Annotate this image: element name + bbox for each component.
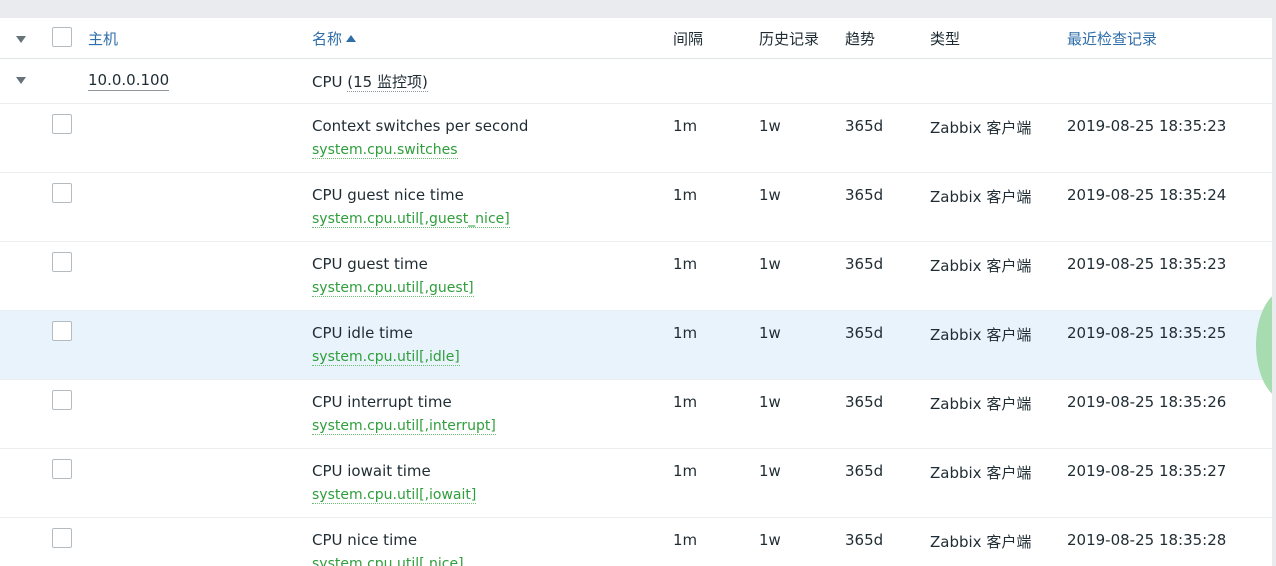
item-last-check: 2019-08-25 18:35:23 [1067, 117, 1227, 135]
item-trends: 365d [845, 186, 884, 204]
item-last-check: 2019-08-25 18:35:24 [1067, 186, 1227, 204]
item-interval: 1m [673, 117, 698, 135]
row-checkbox[interactable] [52, 528, 72, 548]
column-host[interactable]: 主机 [88, 28, 118, 49]
table-row: CPU nice time system.cpu.util[,nice] 1m … [0, 518, 1272, 566]
item-key-link[interactable]: system.cpu.util[,iowait] [312, 487, 477, 504]
item-interval: 1m [673, 531, 698, 549]
row-checkbox[interactable] [52, 183, 72, 203]
table-row: CPU interrupt time system.cpu.util[,inte… [0, 380, 1272, 449]
column-last-check[interactable]: 最近检查记录 [1067, 28, 1157, 49]
item-trends: 365d [845, 393, 884, 411]
item-trends: 365d [845, 324, 884, 342]
item-name: CPU iowait time [312, 462, 431, 480]
table-row: CPU iowait time system.cpu.util[,iowait]… [0, 449, 1272, 518]
item-history: 1w [759, 186, 781, 204]
column-type: 类型 [930, 30, 961, 48]
column-interval: 间隔 [673, 30, 704, 48]
item-type: Zabbix 客户端 [930, 119, 1032, 137]
table-row-highlighted: CPU idle time system.cpu.util[,idle] 1m … [0, 311, 1272, 380]
item-name: CPU guest time [312, 255, 428, 273]
row-checkbox[interactable] [52, 252, 72, 272]
item-last-check: 2019-08-25 18:35:27 [1067, 462, 1227, 480]
row-checkbox[interactable] [52, 390, 72, 410]
item-trends: 365d [845, 462, 884, 480]
item-key-link[interactable]: system.cpu.util[,guest] [312, 280, 474, 297]
item-interval: 1m [673, 324, 698, 342]
item-history: 1w [759, 255, 781, 273]
item-type: Zabbix 客户端 [930, 533, 1032, 551]
item-trends: 365d [845, 255, 884, 273]
latest-data-table: 主机 名称 间隔 历史记录 趋势 类型 最近检查记录 10.0.0.100 CP… [0, 18, 1272, 566]
column-name[interactable]: 名称 [312, 28, 357, 49]
collapse-group-icon[interactable] [16, 77, 26, 84]
application-title: CPU (15 监控项) [312, 71, 428, 92]
item-last-check: 2019-08-25 18:35:28 [1067, 531, 1227, 549]
item-name: CPU interrupt time [312, 393, 452, 411]
select-all-checkbox[interactable] [52, 27, 72, 47]
column-name-label: 名称 [312, 30, 343, 48]
item-trends: 365d [845, 531, 884, 549]
item-type: Zabbix 客户端 [930, 326, 1032, 344]
row-checkbox[interactable] [52, 321, 72, 341]
collapse-all-icon[interactable] [16, 36, 26, 43]
application-group-row: 10.0.0.100 CPU (15 监控项) [0, 59, 1272, 104]
application-name: CPU [312, 73, 343, 91]
row-checkbox[interactable] [52, 459, 72, 479]
row-checkbox[interactable] [52, 114, 72, 134]
item-history: 1w [759, 324, 781, 342]
table-row: Context switches per second system.cpu.s… [0, 104, 1272, 173]
item-history: 1w [759, 462, 781, 480]
item-history: 1w [759, 117, 781, 135]
item-interval: 1m [673, 186, 698, 204]
item-last-check: 2019-08-25 18:35:25 [1067, 324, 1227, 342]
item-key-link[interactable]: system.cpu.util[,nice] [312, 556, 464, 566]
item-key-link[interactable]: system.cpu.util[,guest_nice] [312, 211, 510, 228]
item-trends: 365d [845, 117, 884, 135]
item-history: 1w [759, 531, 781, 549]
item-count: (15 监控项) [347, 73, 428, 92]
item-type: Zabbix 客户端 [930, 464, 1032, 482]
host-link[interactable]: 10.0.0.100 [88, 71, 170, 91]
item-interval: 1m [673, 462, 698, 480]
item-last-check: 2019-08-25 18:35:23 [1067, 255, 1227, 273]
item-key-link[interactable]: system.cpu.util[,interrupt] [312, 418, 496, 435]
item-name: Context switches per second [312, 117, 529, 135]
item-name: CPU guest nice time [312, 186, 464, 204]
item-name: CPU idle time [312, 324, 414, 342]
item-interval: 1m [673, 393, 698, 411]
item-name: CPU nice time [312, 531, 418, 549]
table-row: CPU guest nice time system.cpu.util[,gue… [0, 173, 1272, 242]
item-last-check: 2019-08-25 18:35:26 [1067, 393, 1227, 411]
item-type: Zabbix 客户端 [930, 188, 1032, 206]
item-interval: 1m [673, 255, 698, 273]
table-header: 主机 名称 间隔 历史记录 趋势 类型 最近检查记录 [0, 18, 1272, 59]
item-history: 1w [759, 393, 781, 411]
item-type: Zabbix 客户端 [930, 395, 1032, 413]
item-key-link[interactable]: system.cpu.util[,idle] [312, 349, 460, 366]
table-row: CPU guest time system.cpu.util[,guest] 1… [0, 242, 1272, 311]
item-type: Zabbix 客户端 [930, 257, 1032, 275]
column-trends: 趋势 [845, 30, 876, 48]
item-key-link[interactable]: system.cpu.switches [312, 142, 458, 159]
column-history: 历史记录 [759, 30, 820, 48]
sort-ascending-icon [346, 35, 357, 42]
